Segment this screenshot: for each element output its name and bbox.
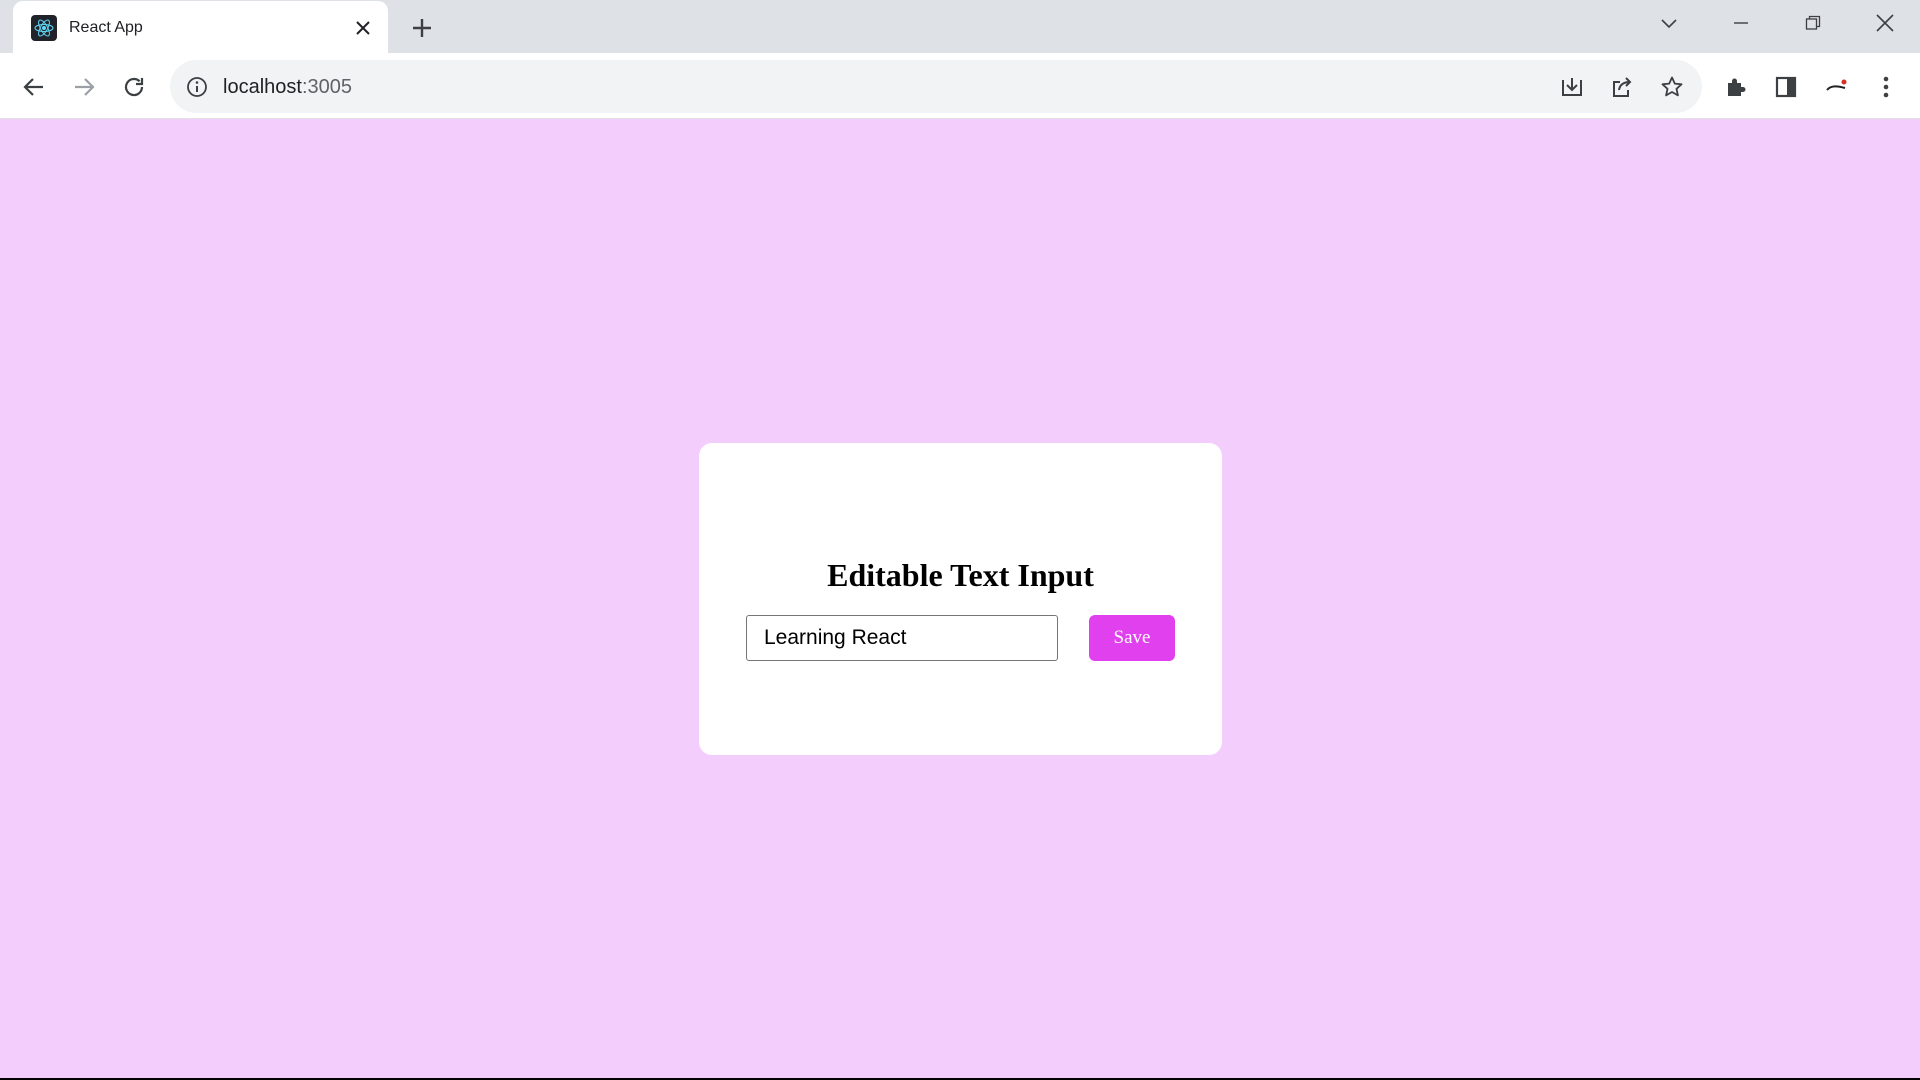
close-tab-icon[interactable] [351, 16, 375, 40]
url-host: localhost [223, 76, 302, 98]
bookmark-star-icon[interactable] [1658, 73, 1686, 101]
address-bar[interactable]: localhost:3005 [170, 60, 1702, 113]
chrome-menu-icon[interactable] [1869, 70, 1903, 104]
editable-text-input[interactable] [746, 615, 1058, 661]
extensions-puzzle-icon[interactable] [1719, 70, 1753, 104]
side-panel-icon[interactable] [1769, 70, 1803, 104]
reload-icon[interactable] [116, 69, 152, 105]
minimize-icon[interactable] [1713, 0, 1769, 46]
browser-tab[interactable]: React App [13, 1, 388, 53]
tab-strip: React App [0, 0, 1920, 53]
install-app-icon[interactable] [1558, 73, 1586, 101]
restore-icon[interactable] [1785, 0, 1841, 46]
site-info-icon[interactable] [184, 74, 210, 100]
forward-arrow-icon[interactable] [66, 69, 102, 105]
react-logo-icon [31, 15, 57, 41]
url-port: :3005 [301, 76, 352, 98]
new-tab-icon[interactable] [406, 12, 438, 44]
page-title: Editable Text Input [827, 557, 1094, 593]
save-button[interactable]: Save [1089, 615, 1175, 661]
url-text[interactable]: localhost:3005 [223, 76, 352, 99]
page-viewport: Editable Text Input Save [0, 119, 1920, 1078]
editor-card: Editable Text Input Save [699, 443, 1222, 755]
browser-toolbar: localhost:3005 [0, 53, 1920, 119]
close-window-icon[interactable] [1857, 0, 1913, 46]
tab-title: React App [69, 19, 143, 36]
back-arrow-icon[interactable] [16, 69, 52, 105]
profile-avatar-icon[interactable] [1819, 70, 1853, 104]
share-icon[interactable] [1608, 73, 1636, 101]
tab-search-chevron-icon[interactable] [1641, 0, 1697, 46]
